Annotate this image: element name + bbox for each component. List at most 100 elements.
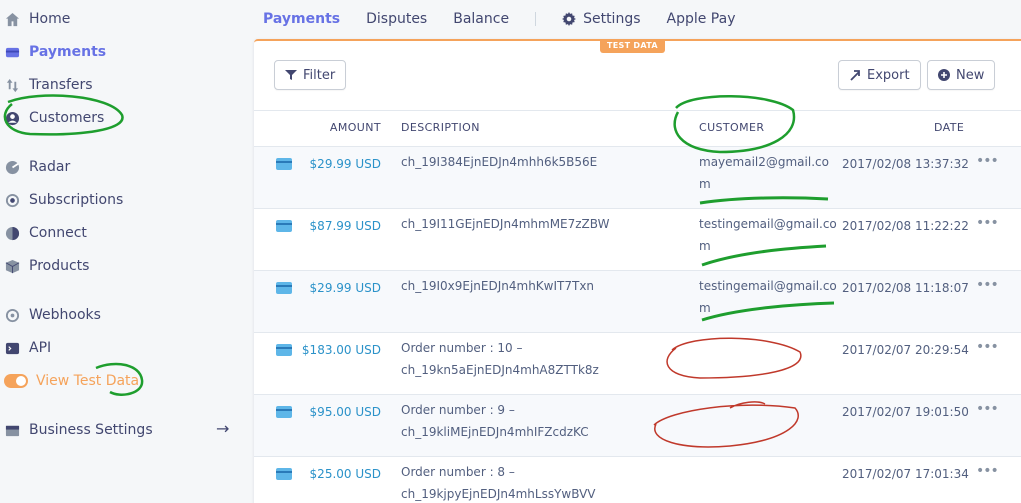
- filter-icon: [285, 70, 297, 80]
- sidebar-item-label: Business Settings: [29, 422, 153, 438]
- sidebar: Home Payments Transfers Customers Radar …: [0, 0, 250, 503]
- amount-cell: $95.00 USD: [309, 405, 381, 419]
- amount-cell: $29.99 USD: [309, 281, 381, 295]
- card-icon: [276, 344, 292, 356]
- export-icon: [850, 70, 860, 81]
- table-row[interactable]: $29.99 USD ch_19I384EjnEDJn4mhh6k5B56E m…: [254, 146, 1021, 208]
- connect-icon: [4, 225, 21, 242]
- description-cell: Order number : 9 – ch_19kliMEjnEDJn4mhIF…: [401, 403, 589, 439]
- table-row[interactable]: $183.00 USD Order number : 10 – ch_19kn5…: [254, 332, 1021, 394]
- payments-panel: TEST DATA Filter Export New AMOUNT DESCR…: [254, 39, 1021, 503]
- date-cell: 2017/02/07 19:01:50: [842, 405, 969, 419]
- sidebar-item-label: Webhooks: [29, 307, 101, 323]
- api-icon: [4, 340, 21, 357]
- sidebar-item-label: Transfers: [29, 77, 93, 93]
- arrow-right-icon[interactable]: →: [216, 419, 229, 438]
- description-cell: ch_19I11GEjnEDJn4mhmME7zZBW: [401, 217, 610, 231]
- date-cell: 2017/02/08 11:22:22: [842, 219, 969, 233]
- tab-payments[interactable]: Payments: [263, 11, 340, 27]
- sidebar-item-api[interactable]: API: [4, 336, 51, 360]
- more-icon[interactable]: •••: [976, 277, 999, 293]
- date-cell: 2017/02/07 17:01:34: [842, 467, 969, 481]
- sidebar-item-label: Products: [29, 258, 90, 274]
- table-row[interactable]: $87.99 USD ch_19I11GEjnEDJn4mhmME7zZBW t…: [254, 208, 1021, 270]
- amount-cell: $87.99 USD: [309, 219, 381, 233]
- sidebar-item-label: Customers: [29, 110, 105, 126]
- sidebar-item-payments[interactable]: Payments: [4, 40, 106, 64]
- sidebar-item-webhooks[interactable]: Webhooks: [4, 303, 101, 327]
- more-icon[interactable]: •••: [976, 339, 999, 355]
- date-cell: 2017/02/08 13:37:32: [842, 157, 969, 171]
- new-label: New: [956, 67, 985, 83]
- customer-cell: mayemail2@gmail.com: [699, 155, 829, 191]
- tab-settings[interactable]: Settings: [562, 11, 641, 27]
- amount-cell: $183.00 USD: [301, 343, 381, 357]
- sidebar-item-customers[interactable]: Customers: [4, 106, 104, 130]
- top-nav: Payments Disputes Balance Settings Apple…: [263, 8, 761, 30]
- header-date[interactable]: DATE: [934, 121, 964, 134]
- description-cell: ch_19I0x9EjnEDJn4mhKwIT7Txn: [401, 279, 595, 293]
- export-label: Export: [867, 67, 910, 83]
- sidebar-item-label: Home: [29, 11, 71, 27]
- home-icon: [4, 11, 21, 28]
- card-icon: [276, 282, 292, 294]
- table-row[interactable]: $25.00 USD Order number : 8 – ch_19kjpyE…: [254, 456, 1021, 503]
- products-icon: [4, 258, 21, 275]
- header-customer[interactable]: CUSTOMER: [699, 121, 764, 134]
- sidebar-item-transfers[interactable]: Transfers: [4, 73, 93, 97]
- date-cell: 2017/02/07 20:29:54: [842, 343, 969, 357]
- card-icon: [276, 158, 292, 170]
- more-icon[interactable]: •••: [976, 153, 999, 169]
- customer-cell: testingemail@gmail.com: [699, 217, 837, 253]
- more-icon[interactable]: •••: [976, 215, 999, 231]
- table-header: AMOUNT DESCRIPTION CUSTOMER DATE: [254, 121, 1021, 139]
- sidebar-item-label: Radar: [29, 159, 71, 175]
- more-icon[interactable]: •••: [976, 401, 999, 417]
- sidebar-item-connect[interactable]: Connect: [4, 221, 87, 245]
- amount-cell: $29.99 USD: [309, 157, 381, 171]
- table-row[interactable]: $95.00 USD Order number : 9 – ch_19kliME…: [254, 394, 1021, 456]
- card-icon: [276, 220, 292, 232]
- customers-icon: [4, 110, 21, 127]
- card-icon: [276, 468, 292, 480]
- sidebar-item-radar[interactable]: Radar: [4, 155, 70, 179]
- sidebar-item-subscriptions[interactable]: Subscriptions: [4, 188, 123, 212]
- filter-label: Filter: [303, 67, 336, 83]
- business-settings-icon: [4, 422, 21, 439]
- test-data-badge: TEST DATA: [600, 39, 665, 53]
- sidebar-item-view-test-data[interactable]: View Test Data: [4, 369, 139, 393]
- tab-apple-pay[interactable]: Apple Pay: [667, 11, 736, 27]
- new-button[interactable]: New: [927, 60, 996, 90]
- toolbar-divider: [254, 110, 1021, 111]
- sidebar-item-label: API: [29, 340, 52, 356]
- test-data-toggle[interactable]: [4, 374, 28, 388]
- tab-disputes[interactable]: Disputes: [366, 11, 427, 27]
- sidebar-item-label: Payments: [29, 44, 107, 60]
- more-icon[interactable]: •••: [976, 463, 999, 479]
- nav-divider: [535, 12, 537, 26]
- description-cell: Order number : 10 – ch_19kn5aEjnEDJn4mhA…: [401, 341, 599, 377]
- sidebar-item-label: Connect: [29, 225, 87, 241]
- header-amount[interactable]: AMOUNT: [330, 121, 381, 134]
- filter-button[interactable]: Filter: [274, 60, 347, 90]
- webhooks-icon: [4, 307, 21, 324]
- description-cell: Order number : 8 – ch_19kjpyEjnEDJn4mhLs…: [401, 465, 596, 501]
- sidebar-item-products[interactable]: Products: [4, 254, 89, 278]
- subscriptions-icon: [4, 192, 21, 209]
- sidebar-item-label: View Test Data: [36, 373, 140, 389]
- settings-label: Settings: [583, 11, 641, 27]
- date-cell: 2017/02/08 11:18:07: [842, 281, 969, 295]
- sidebar-item-business-settings[interactable]: Business Settings: [4, 418, 153, 442]
- table-row[interactable]: $29.99 USD ch_19I0x9EjnEDJn4mhKwIT7Txn t…: [254, 270, 1021, 332]
- transfers-icon: [4, 77, 21, 94]
- sidebar-item-label: Subscriptions: [29, 192, 124, 208]
- tab-balance[interactable]: Balance: [453, 11, 509, 27]
- card-icon: [276, 406, 292, 418]
- description-cell: ch_19I384EjnEDJn4mhh6k5B56E: [401, 155, 598, 169]
- header-description[interactable]: DESCRIPTION: [401, 121, 480, 134]
- radar-icon: [4, 159, 21, 176]
- customer-cell: testingemail@gmail.com: [699, 279, 837, 315]
- plus-circle-icon: [938, 69, 950, 81]
- sidebar-item-home[interactable]: Home: [4, 7, 70, 31]
- export-button[interactable]: Export: [838, 60, 921, 90]
